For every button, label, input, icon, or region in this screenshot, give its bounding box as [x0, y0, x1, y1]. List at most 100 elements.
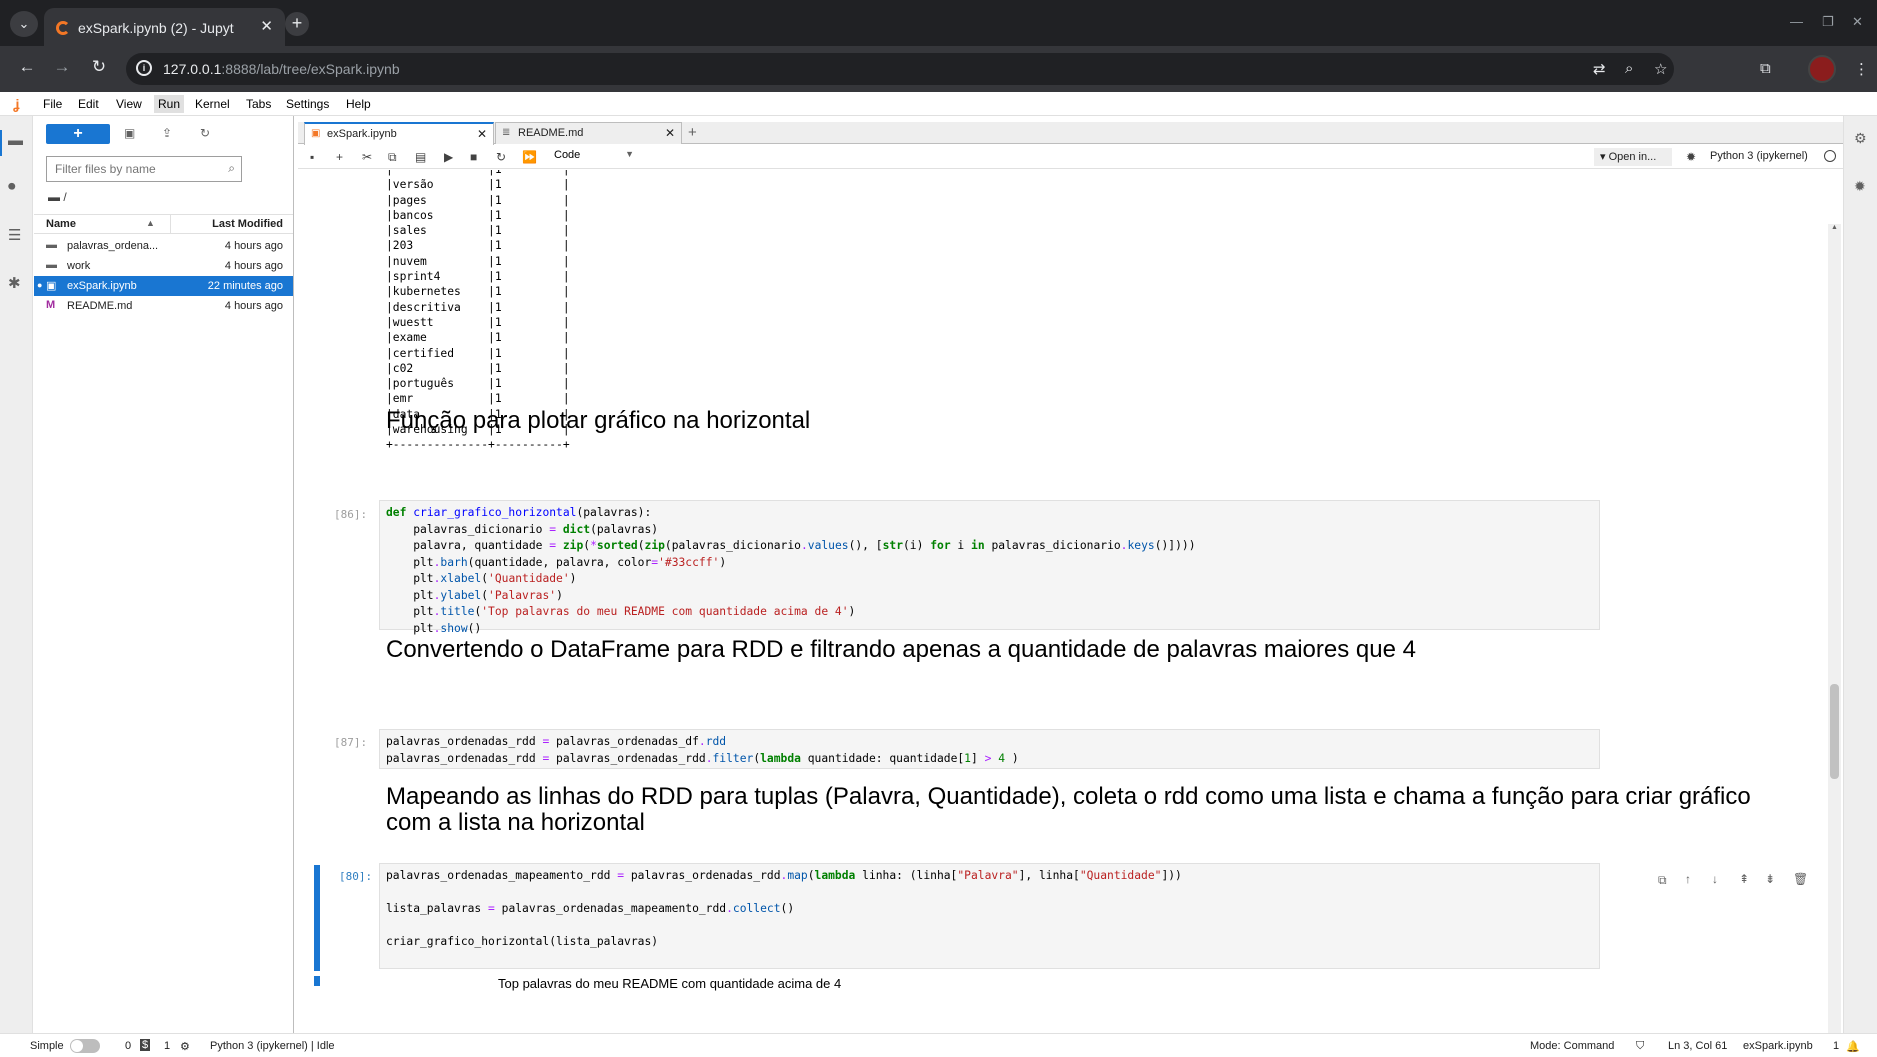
- file-modified: 4 hours ago: [224, 260, 283, 272]
- minimize-icon[interactable]: —: [1790, 14, 1803, 29]
- jupyter-favicon-icon: [56, 21, 70, 35]
- tab-readme[interactable]: ≣ README.md ✕: [495, 122, 682, 144]
- right-sidebar-tabs: ⚙ ✹: [1843, 116, 1877, 1033]
- kernel-name-button[interactable]: Python 3 (ipykernel): [1710, 150, 1808, 162]
- markdown-icon: M: [46, 299, 56, 311]
- trusted-shield-icon[interactable]: ⛉: [1636, 1040, 1644, 1053]
- text-file-icon: ≣: [502, 127, 511, 138]
- sort-asc-icon[interactable]: ▲: [146, 218, 155, 228]
- kernels-count[interactable]: 1: [164, 1040, 170, 1052]
- menu-edit[interactable]: Edit: [78, 97, 99, 111]
- file-name: palavras_ordena...: [67, 240, 159, 252]
- stop-icon[interactable]: ■: [470, 150, 477, 164]
- menu-view[interactable]: View: [116, 97, 142, 111]
- close-icon[interactable]: ✕: [477, 127, 487, 141]
- cell-type-select[interactable]: Code ▼: [554, 149, 634, 161]
- notebook-icon: ▣: [311, 128, 321, 139]
- menu-file[interactable]: File: [43, 97, 62, 111]
- add-tab-icon[interactable]: +: [688, 124, 697, 141]
- file-row[interactable]: ▬ palavras_ordena... 4 hours ago: [34, 236, 293, 256]
- property-inspector-icon[interactable]: ⚙: [1854, 130, 1867, 147]
- simple-mode-toggle[interactable]: [70, 1039, 100, 1053]
- upload-icon[interactable]: ⇪: [162, 126, 172, 140]
- browser-menu-icon[interactable]: ⋮: [1854, 60, 1869, 78]
- notebook-panel[interactable]: |····· |1 | |versão |1 | |pages |1 | |ba…: [298, 170, 1843, 1033]
- back-icon[interactable]: ←: [15, 57, 39, 77]
- cursor-position[interactable]: Ln 3, Col 61: [1668, 1040, 1727, 1052]
- close-window-icon[interactable]: ✕: [1852, 14, 1863, 30]
- breadcrumb[interactable]: ▬ /: [48, 190, 67, 204]
- scroll-thumb[interactable]: [1830, 684, 1839, 779]
- close-icon[interactable]: ✕: [665, 126, 675, 140]
- maximize-icon[interactable]: ❐: [1822, 14, 1834, 30]
- menu-kernel[interactable]: Kernel: [195, 97, 230, 111]
- run-icon[interactable]: ▶: [444, 150, 453, 164]
- move-down-icon[interactable]: ↓: [1712, 872, 1718, 886]
- duplicate-cell-icon[interactable]: ⧉: [1658, 873, 1667, 888]
- restart-icon[interactable]: ↻: [496, 150, 506, 164]
- debugger-icon[interactable]: ✹: [1686, 150, 1696, 164]
- notification-count[interactable]: 1: [1833, 1040, 1839, 1052]
- file-row[interactable]: ● ▣ exSpark.ipynb 22 minutes ago: [34, 276, 293, 296]
- open-in-button[interactable]: ▾ Open in...: [1594, 148, 1672, 166]
- delete-cell-icon[interactable]: 🗑: [1793, 872, 1808, 886]
- file-name: work: [67, 260, 91, 272]
- insert-below-icon[interactable]: ⇟: [1765, 872, 1775, 886]
- address-bar: ← → ↻ i 127.0.0.1:8888/lab/tree/exSpark.…: [0, 46, 1877, 92]
- file-row[interactable]: ▬ work 4 hours ago: [34, 256, 293, 276]
- bookmark-star-icon[interactable]: ☆: [1654, 60, 1667, 78]
- reload-icon[interactable]: ↻: [87, 57, 111, 77]
- menu-run[interactable]: Run: [154, 95, 185, 113]
- menu-tabs[interactable]: Tabs: [246, 97, 271, 111]
- filter-files-input[interactable]: Filter files by name ⌕: [46, 156, 242, 182]
- debugger-icon[interactable]: ✹: [1854, 178, 1866, 195]
- extensions-icon[interactable]: ✱: [8, 274, 21, 292]
- refresh-icon[interactable]: ↻: [200, 126, 210, 140]
- kernel-icon[interactable]: ⚙: [180, 1040, 190, 1053]
- zoom-icon[interactable]: ⌕: [1625, 60, 1633, 77]
- forward-icon[interactable]: →: [50, 57, 74, 77]
- kernel-status[interactable]: Python 3 (ipykernel) | Idle: [210, 1040, 335, 1052]
- menu-settings[interactable]: Settings: [286, 97, 329, 111]
- tab-search-button[interactable]: ⌄: [10, 11, 38, 37]
- new-tab-button[interactable]: +: [285, 12, 309, 36]
- restart-run-all-icon[interactable]: ⏩: [522, 150, 537, 164]
- bell-icon[interactable]: 🔔: [1846, 1040, 1860, 1053]
- translate-icon[interactable]: ⇄: [1593, 60, 1606, 78]
- menu-help[interactable]: Help: [346, 97, 371, 111]
- save-icon[interactable]: ▪: [310, 150, 314, 164]
- column-last-modified[interactable]: Last Modified: [212, 218, 283, 230]
- code-cell-87[interactable]: palavras_ordenadas_rdd = palavras_ordena…: [379, 729, 1600, 769]
- breadcrumb-root[interactable]: /: [63, 190, 66, 204]
- profile-avatar[interactable]: [1808, 55, 1836, 83]
- copy-icon[interactable]: ⧉: [388, 150, 397, 165]
- terminals-count[interactable]: 0: [125, 1040, 131, 1052]
- tab-exspark-notebook[interactable]: ▣ exSpark.ipynb ✕: [304, 122, 494, 145]
- code-cell-86[interactable]: def criar_grafico_horizontal(palavras): …: [379, 500, 1600, 635]
- terminal-icon[interactable]: $: [140, 1039, 151, 1051]
- cell-prompt: [86]:: [334, 508, 368, 521]
- move-up-icon[interactable]: ↑: [1685, 872, 1691, 886]
- table-of-contents-icon[interactable]: ☰: [8, 226, 21, 244]
- url-path: :8888/lab/tree/exSpark.ipynb: [221, 61, 400, 77]
- extensions-icon[interactable]: ⧉: [1760, 60, 1771, 77]
- paste-icon[interactable]: ▤: [415, 150, 426, 164]
- cut-icon[interactable]: ✂: [362, 150, 372, 164]
- column-divider[interactable]: [170, 215, 171, 234]
- code-cell-80[interactable]: palavras_ordenadas_mapeamento_rdd = pala…: [379, 863, 1600, 969]
- insert-cell-icon[interactable]: +: [336, 150, 343, 164]
- new-launcher-button[interactable]: +: [46, 124, 110, 144]
- browser-tab[interactable]: exSpark.ipynb (2) - Jupyt ✕: [44, 8, 285, 46]
- column-name[interactable]: Name: [46, 218, 76, 230]
- scroll-up-icon[interactable]: ▲: [1831, 224, 1838, 231]
- notebook-scrollbar[interactable]: ▲ ▼: [1828, 224, 1841, 1033]
- url-field[interactable]: i 127.0.0.1:8888/lab/tree/exSpark.ipynb …: [126, 53, 1674, 85]
- site-info-icon[interactable]: i: [136, 60, 152, 76]
- active-panel-indicator: [0, 130, 2, 156]
- file-row[interactable]: M README.md 4 hours ago: [34, 296, 293, 316]
- close-tab-icon[interactable]: ✕: [260, 17, 273, 35]
- insert-above-icon[interactable]: ⇞: [1739, 872, 1749, 886]
- running-sessions-icon[interactable]: ⏺: [8, 178, 16, 195]
- folder-icon[interactable]: ▬: [8, 132, 23, 149]
- new-folder-icon[interactable]: ▣: [124, 126, 135, 140]
